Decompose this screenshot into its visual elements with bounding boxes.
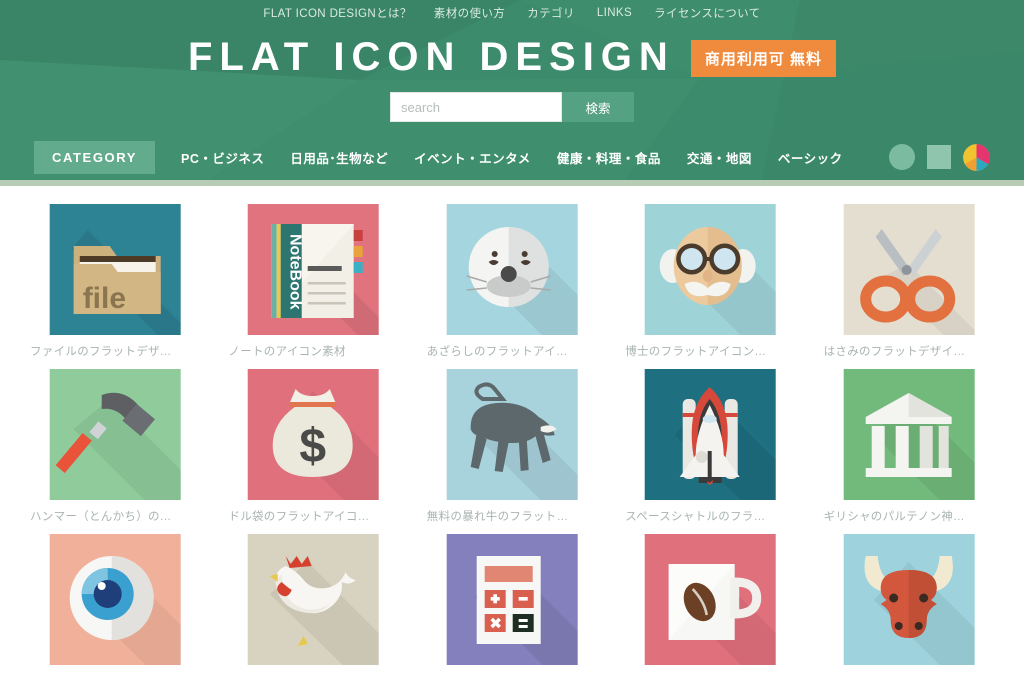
topnav-about[interactable]: FLAT ICON DESIGNとは？ — [263, 5, 411, 21]
icon-card-professor[interactable]: 博士のフラットアイコン… — [625, 204, 795, 359]
icon-card-label: ノートのアイコン素材 — [228, 346, 346, 358]
icon-card-calculator[interactable] — [427, 534, 597, 673]
bull-body-icon — [427, 369, 597, 500]
icon-card-label: あざらしのフラットアイ… — [426, 346, 568, 358]
topnav-links[interactable]: LINKS — [597, 7, 632, 19]
topnav-license[interactable]: ライセンスについて — [654, 5, 761, 21]
icon-card-eye[interactable] — [30, 534, 200, 673]
icon-card-label: ギリシャのパルテノン神… — [823, 511, 965, 523]
search-button[interactable]: 検索 — [562, 92, 634, 122]
calculator-icon — [427, 534, 597, 665]
svg-text:NoteBook: NoteBook — [287, 234, 304, 310]
professor-icon — [625, 204, 795, 335]
category-event-entertainment[interactable]: イベント・エンタメ — [414, 148, 531, 167]
seal-icon — [427, 204, 597, 335]
site-header: FLAT ICON DESIGNとは？ 素材の使い方 カテゴリ LINKS ライ… — [0, 0, 1024, 186]
icon-card-label: ドル袋のフラットアイコ… — [228, 511, 370, 523]
notebook-icon: NoteBook — [228, 204, 398, 335]
topnav-category[interactable]: カテゴリ — [527, 5, 575, 21]
site-logo[interactable]: FLAT ICON DESIGN — [188, 37, 675, 77]
search-row: 検索 — [0, 92, 1024, 122]
shape-toggle-group — [889, 143, 990, 171]
hammer-icon — [30, 369, 200, 500]
file-folder-icon: file — [30, 204, 200, 335]
free-commercial-badge: 商用利用可 無料 — [690, 40, 836, 77]
parthenon-icon — [824, 369, 994, 500]
category-transport-map[interactable]: 交通・地図 — [687, 148, 752, 167]
category-bar: CATEGORY PC・ビジネス 日用品･生物など イベント・エンタメ 健康・料… — [0, 140, 1024, 174]
topnav-howto[interactable]: 素材の使い方 — [434, 5, 505, 21]
icon-card-seal[interactable]: あざらしのフラットアイ… — [427, 204, 597, 359]
chicken-icon — [228, 534, 398, 665]
icon-card-bull-head[interactable] — [824, 534, 994, 673]
icon-card-raging-bull[interactable]: 無料の暴れ牛のフラット… — [427, 369, 597, 524]
icon-card-label: スペースシャトルのフラ… — [625, 511, 766, 523]
eye-icon — [30, 534, 200, 665]
brand-row: FLAT ICON DESIGN 商用利用可 無料 — [0, 36, 1024, 77]
icon-card-label: ハンマー（とんかち）の… — [30, 511, 172, 523]
category-pc-business[interactable]: PC・ビジネス — [181, 148, 264, 167]
category-basic[interactable]: ベーシック — [778, 148, 843, 167]
icon-card-space-shuttle[interactable]: スペースシャトルのフラ… — [625, 369, 795, 524]
icon-card-chicken[interactable] — [228, 534, 398, 673]
square-shape-icon[interactable] — [927, 145, 951, 169]
icon-card-label: 博士のフラットアイコン… — [625, 346, 767, 358]
circle-shape-icon[interactable] — [889, 144, 915, 170]
category-health-cooking-food[interactable]: 健康・料理・食品 — [557, 148, 661, 167]
icon-card-label: はさみのフラットデザイ… — [823, 346, 966, 358]
icon-card-parthenon[interactable]: ギリシャのパルテノン神… — [824, 369, 994, 524]
coffee-cup-icon — [625, 534, 795, 665]
icon-card-label: ファイルのフラットデザ… — [30, 346, 172, 358]
icon-card-notebook[interactable]: NoteBook ノートのアイコン素材 — [228, 204, 398, 359]
top-navigation[interactable]: FLAT ICON DESIGNとは？ 素材の使い方 カテゴリ LINKS ライ… — [0, 0, 1024, 24]
icon-card-file[interactable]: file ファイルのフラットデザ… — [30, 204, 200, 359]
money-bag-icon: $ — [228, 369, 398, 500]
category-label-active[interactable]: CATEGORY — [34, 140, 156, 174]
space-shuttle-icon — [625, 369, 795, 500]
color-pie-icon[interactable] — [963, 143, 990, 171]
icon-card-scissors[interactable]: はさみのフラットデザイ… — [824, 204, 994, 359]
scissors-icon — [824, 204, 994, 335]
svg-text:$: $ — [300, 420, 327, 473]
icon-card-money-bag[interactable]: $ ドル袋のフラットアイコ… — [228, 369, 398, 524]
search-input[interactable] — [390, 92, 562, 122]
icon-card-hammer[interactable]: ハンマー（とんかち）の… — [30, 369, 200, 524]
svg-text:file: file — [83, 282, 126, 315]
icon-card-label: 無料の暴れ牛のフラット… — [426, 511, 569, 523]
bull-head-icon — [824, 534, 994, 665]
icon-grid: file ファイルのフラットデザ… NoteBook ノートのアイコン素材 あざ… — [0, 186, 1024, 673]
icon-card-coffee-cup[interactable] — [625, 534, 795, 673]
category-daily-creatures[interactable]: 日用品･生物など — [290, 148, 388, 167]
